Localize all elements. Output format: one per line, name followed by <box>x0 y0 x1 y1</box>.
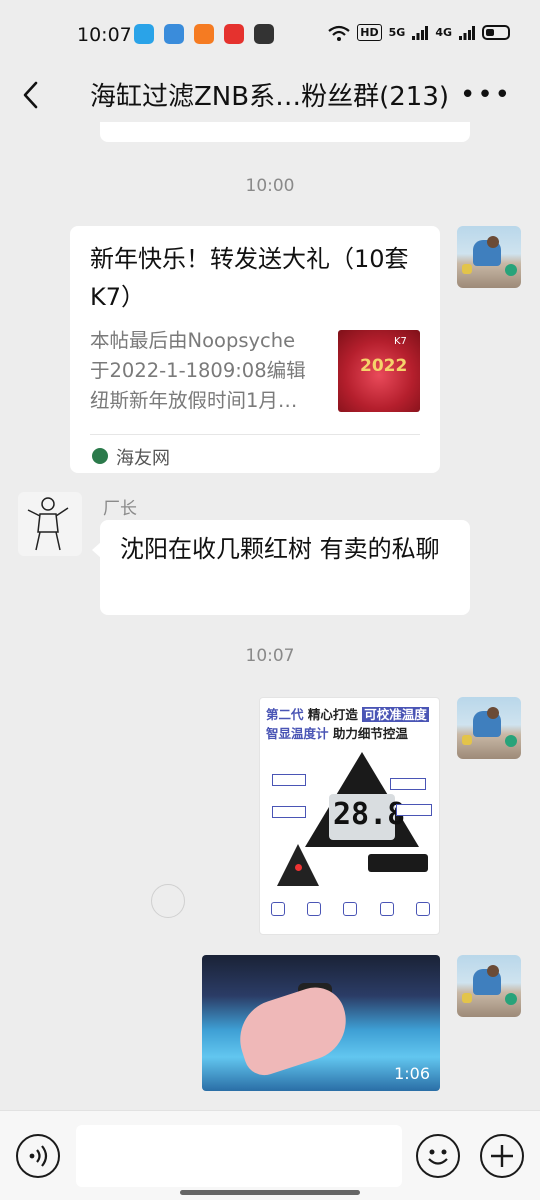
link-card-thumbnail: K7 2022 <box>338 330 420 412</box>
avatar[interactable] <box>457 955 521 1017</box>
battery-icon <box>482 25 510 40</box>
link-card-desc-line: 本帖最后由Noopsyche <box>90 329 296 352</box>
divider <box>90 434 420 435</box>
image-text: 助力细节控温 <box>332 726 408 741</box>
video-duration: 1:06 <box>394 1064 430 1083</box>
telegram-icon <box>134 24 154 44</box>
video-message[interactable]: 1:06 <box>202 955 440 1091</box>
thumbnail-tag: K7 <box>394 336 407 347</box>
signal-bars-icon <box>459 25 475 40</box>
feature-icon <box>379 902 394 916</box>
avatar[interactable] <box>457 697 521 759</box>
link-card-desc-line: 纽斯新年放假时间1月… <box>90 389 298 412</box>
image-text: 可校准温度 <box>362 707 429 722</box>
message-text: 沈阳在收几颗红树 有卖的私聊 <box>120 535 440 563</box>
device-led-dot <box>295 864 302 871</box>
device-display-value: 28.8 <box>333 797 406 832</box>
loading-ring-icon <box>151 884 185 918</box>
emoji-icon <box>428 1149 448 1165</box>
feature-icon <box>415 902 430 916</box>
feature-tag <box>272 806 306 818</box>
message-input[interactable] <box>76 1125 402 1187</box>
signal-4g-icon: 4G <box>435 26 452 39</box>
avatar[interactable] <box>18 492 82 556</box>
signal-bars-icon <box>412 25 429 40</box>
avatar[interactable] <box>457 226 521 288</box>
status-right: HD 5G 4G <box>328 24 510 41</box>
feature-icon <box>271 902 286 916</box>
source-logo-icon <box>92 448 108 464</box>
voice-button[interactable] <box>16 1134 60 1178</box>
video-frame-hand <box>229 979 357 1081</box>
previous-message-bubble[interactable] <box>100 122 470 142</box>
input-bar <box>0 1110 540 1200</box>
image-text: 精心打造 <box>307 707 358 722</box>
link-card-title: 新年快乐！转发送大礼（10套K7） <box>90 245 409 311</box>
wifi-icon <box>328 25 350 41</box>
status-bar: 10:07 HD 5G 4G <box>0 0 540 70</box>
signal-5g-icon: 5G <box>388 26 406 39</box>
back-chevron-icon[interactable] <box>18 78 48 112</box>
thumbnail-text: 2022 <box>360 356 408 376</box>
chat-messages[interactable]: 10:00 新年快乐！转发送大礼（10套K7） 本帖最后由Noopsyche 于… <box>0 122 540 1110</box>
image-message[interactable]: 第二代 精心打造 可校准温度 智显温度计 助力细节控温 28.8 <box>259 697 440 935</box>
image-text: 第二代 <box>266 707 304 722</box>
image-text: 智显温度计 <box>266 726 329 741</box>
notification-icons <box>134 24 274 44</box>
device-box-image <box>368 854 428 872</box>
link-card-message[interactable]: 新年快乐！转发送大礼（10套K7） 本帖最后由Noopsyche 于2022-1… <box>70 226 440 473</box>
feature-icons-row <box>260 902 439 916</box>
message-timestamp: 10:00 <box>245 176 295 196</box>
feature-tag <box>390 778 426 790</box>
sender-name: 厂长 <box>103 499 137 519</box>
feature-tag <box>396 804 432 816</box>
avatar-sketch-icon <box>27 497 69 551</box>
home-indicator[interactable] <box>180 1190 360 1195</box>
image-subheadline: 智显温度计 助力细节控温 <box>266 723 408 742</box>
image-headline: 第二代 精心打造 可校准温度 <box>266 704 429 723</box>
hd-badge: HD <box>357 24 382 41</box>
feature-icon <box>307 902 322 916</box>
text-message-bubble[interactable]: 沈阳在收几颗红树 有卖的私聊 <box>92 520 470 615</box>
feature-icon <box>343 902 358 916</box>
link-card-description: 本帖最后由Noopsyche 于2022-1-1809:08编辑 纽斯新年放假时… <box>90 326 326 416</box>
status-time: 10:07 <box>77 24 132 46</box>
app-notification-icon <box>254 24 274 44</box>
voice-icon <box>29 1145 48 1167</box>
app-notification-icon <box>194 24 214 44</box>
chat-title: 海缸过滤ZNB系…粉丝群(213) <box>90 82 450 112</box>
chat-header: 海缸过滤ZNB系…粉丝群(213) ••• <box>0 70 540 122</box>
plus-button[interactable] <box>480 1134 524 1178</box>
link-card-source: 海友网 <box>116 448 170 469</box>
feature-tag <box>272 774 306 786</box>
app-notification-icon <box>224 24 244 44</box>
plus-icon <box>491 1145 513 1167</box>
link-card-desc-line: 于2022-1-1809:08编辑 <box>90 359 306 382</box>
message-timestamp: 10:07 <box>245 646 295 666</box>
app-notification-icon <box>164 24 184 44</box>
more-dots-icon[interactable]: ••• <box>460 80 512 110</box>
emoji-button[interactable] <box>416 1134 460 1178</box>
